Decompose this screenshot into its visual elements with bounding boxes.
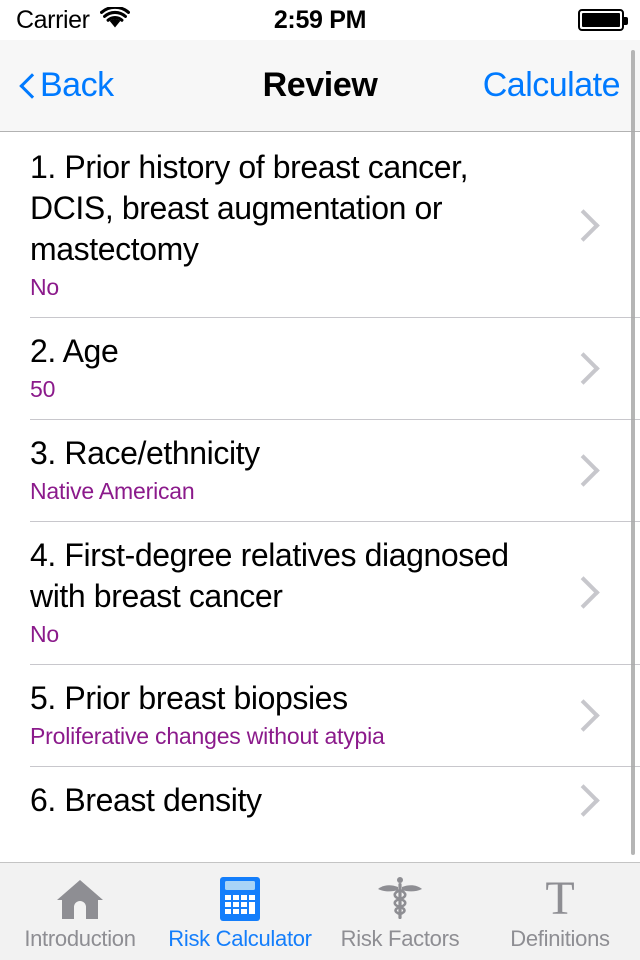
page-title: Review <box>263 66 378 105</box>
row-answer: 50 <box>30 374 558 405</box>
row-answer: Native American <box>30 476 558 507</box>
row-text: 2. Age 50 <box>30 331 558 405</box>
row-text: 5. Prior breast biopsies Proliferative c… <box>30 678 558 752</box>
chevron-right-icon <box>572 350 594 386</box>
row-title: 4. First-degree relatives diagnosed with… <box>30 535 558 617</box>
tab-label: Risk Factors <box>341 926 460 952</box>
status-bar-right <box>366 9 624 31</box>
review-list[interactable]: 1. Prior history of breast cancer, DCIS,… <box>0 133 640 862</box>
row-title: 6. Breast density <box>30 780 558 821</box>
tab-risk-factors[interactable]: Risk Factors <box>320 863 480 960</box>
tab-introduction[interactable]: Introduction <box>0 863 160 960</box>
row-text: 6. Breast density <box>30 780 558 821</box>
battery-icon <box>578 9 624 31</box>
row-title: 2. Age <box>30 331 558 372</box>
chevron-left-icon <box>20 74 34 98</box>
table-row[interactable]: 4. First-degree relatives diagnosed with… <box>0 521 640 664</box>
app-screen: Carrier 2:59 PM Back Review Calculate <box>0 0 640 960</box>
row-title: 1. Prior history of breast cancer, DCIS,… <box>30 147 558 270</box>
table-row[interactable]: 1. Prior history of breast cancer, DCIS,… <box>0 133 640 317</box>
status-bar: Carrier 2:59 PM <box>0 0 640 40</box>
battery-fill <box>582 13 620 27</box>
table-row[interactable]: 3. Race/ethnicity Native American <box>0 419 640 521</box>
chevron-right-icon <box>572 697 594 733</box>
tab-definitions[interactable]: T Definitions <box>480 863 640 960</box>
carrier-label: Carrier <box>16 6 90 35</box>
navigation-bar: Back Review Calculate <box>0 40 640 132</box>
chevron-right-icon <box>572 574 594 610</box>
tab-label: Introduction <box>24 926 135 952</box>
row-text: 1. Prior history of breast cancer, DCIS,… <box>30 147 558 303</box>
caduceus-icon <box>374 876 426 922</box>
row-title: 3. Race/ethnicity <box>30 433 558 474</box>
vertical-scrollbar[interactable] <box>631 50 635 855</box>
row-text: 4. First-degree relatives diagnosed with… <box>30 535 558 650</box>
review-list-inner: 1. Prior history of breast cancer, DCIS,… <box>0 133 640 835</box>
table-row[interactable]: 5. Prior breast biopsies Proliferative c… <box>0 664 640 766</box>
status-bar-left: Carrier <box>16 6 274 35</box>
tab-risk-calculator[interactable]: Risk Calculator <box>160 863 320 960</box>
home-icon <box>54 876 106 922</box>
chevron-right-icon <box>572 782 594 818</box>
tab-label: Risk Calculator <box>168 926 311 952</box>
table-row[interactable]: 2. Age 50 <box>0 317 640 419</box>
chevron-right-icon <box>572 452 594 488</box>
back-button[interactable]: Back <box>20 66 263 105</box>
calculator-icon <box>214 876 266 922</box>
tab-bar: Introduction <box>0 862 640 960</box>
chevron-right-icon <box>572 207 594 243</box>
status-bar-time: 2:59 PM <box>274 6 366 35</box>
row-text: 3. Race/ethnicity Native American <box>30 433 558 507</box>
wifi-icon <box>100 7 130 34</box>
row-answer: No <box>30 619 558 650</box>
calculate-button[interactable]: Calculate <box>377 66 620 105</box>
row-answer: Proliferative changes without atypia <box>30 721 558 752</box>
back-button-label: Back <box>40 66 114 105</box>
tab-label: Definitions <box>510 926 609 952</box>
table-row[interactable]: 6. Breast density <box>0 766 640 835</box>
row-answer: No <box>30 272 558 303</box>
row-title: 5. Prior breast biopsies <box>30 678 558 719</box>
text-t-icon: T <box>534 876 586 922</box>
